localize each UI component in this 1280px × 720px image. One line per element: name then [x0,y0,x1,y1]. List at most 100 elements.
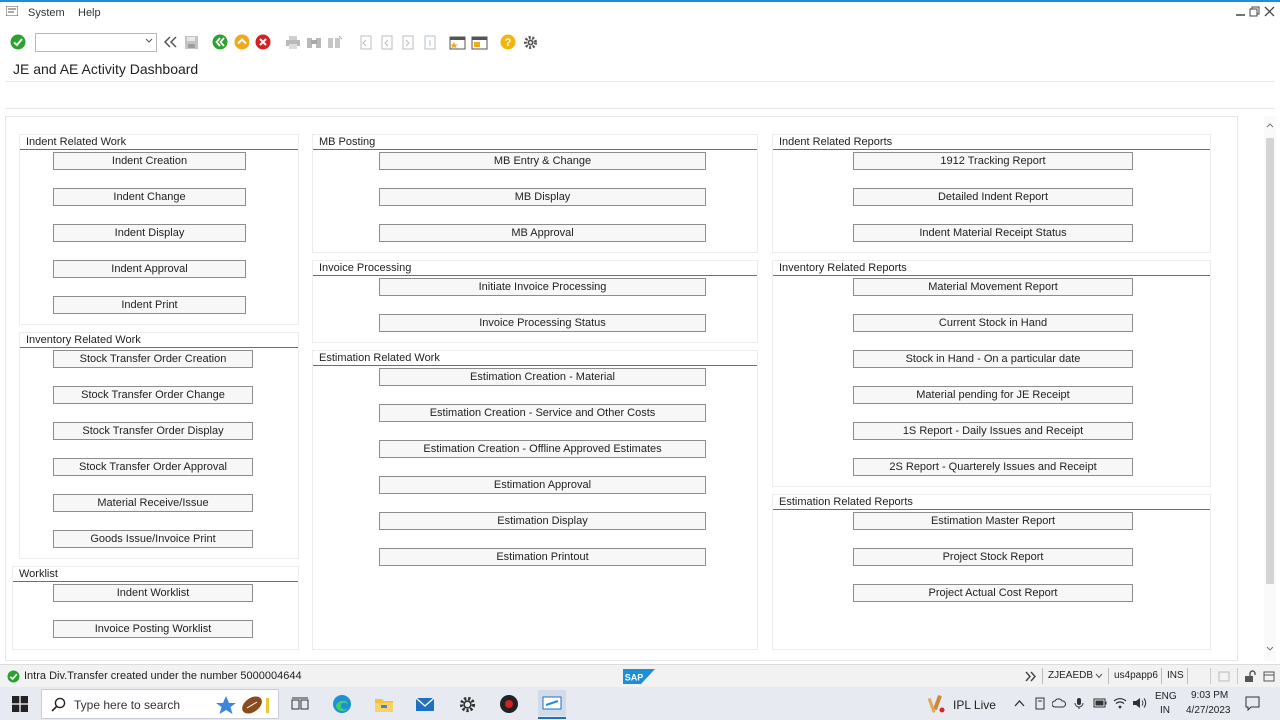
edge-browser-icon[interactable] [331,693,353,715]
language-bottom[interactable]: IN [1160,705,1170,716]
volume-icon[interactable] [1132,697,1147,709]
material-receive-issue-button[interactable]: Material Receive/Issue [53,494,253,512]
exit-icon[interactable] [233,33,251,51]
estimation-creation-service-button[interactable]: Estimation Creation - Service and Other … [379,404,706,422]
last-page-icon[interactable] [420,33,438,51]
device-icon[interactable] [1034,697,1046,710]
system-name[interactable]: ZJEAEDB [1048,670,1093,681]
cricket-bat-icon[interactable] [927,694,947,714]
estimation-display-button[interactable]: Estimation Display [379,512,706,530]
command-input[interactable] [36,34,140,51]
app-menu-icon[interactable] [6,6,18,16]
find-next-icon[interactable] [326,33,344,51]
help-icon[interactable]: ? [499,33,517,51]
cancel-icon[interactable] [254,33,272,51]
mb-entry-change-button[interactable]: MB Entry & Change [379,152,706,170]
enter-check-icon[interactable] [9,33,27,51]
wifi-icon[interactable] [1113,697,1127,709]
sto-creation-button[interactable]: Stock Transfer Order Creation [53,350,253,368]
minimize-icon[interactable] [1235,6,1246,17]
chevron-down-icon[interactable] [1095,673,1103,679]
taskbar-search-box[interactable]: Type here to search [41,689,279,719]
mb-display-button[interactable]: MB Display [379,188,706,206]
settings-gear-icon[interactable] [521,33,539,51]
save-icon[interactable] [182,33,200,51]
2s-report-button[interactable]: 2S Report - Quarterely Issues and Receip… [853,458,1133,476]
command-field[interactable] [35,33,157,52]
notifications-icon[interactable] [1245,696,1260,711]
indent-change-button[interactable]: Indent Change [53,188,246,206]
status-message[interactable]: Intra Div.Transfer created under the num… [24,670,302,682]
mb-approval-button[interactable]: MB Approval [379,224,706,242]
mail-icon[interactable] [414,693,436,715]
project-actual-cost-report-button[interactable]: Project Actual Cost Report [853,584,1133,602]
cloud-icon[interactable] [1052,698,1066,708]
indent-display-button[interactable]: Indent Display [53,224,246,242]
print-icon[interactable] [284,33,302,51]
indent-material-receipt-status-button[interactable]: Indent Material Receipt Status [853,224,1133,242]
estimation-creation-material-button[interactable]: Estimation Creation - Material [379,368,706,386]
battery-icon[interactable] [1093,698,1107,708]
task-view-icon[interactable] [289,693,311,715]
unlock-icon[interactable] [1244,670,1256,683]
sto-change-button[interactable]: Stock Transfer Order Change [53,386,253,404]
group-title: Estimation Related Reports [773,495,1210,510]
microphone-icon[interactable] [1074,697,1084,710]
chevron-down-icon[interactable] [145,37,153,45]
project-stock-report-button[interactable]: Project Stock Report [853,548,1133,566]
goods-issue-invoice-print-button[interactable]: Goods Issue/Invoice Print [53,530,253,548]
next-page-icon[interactable] [398,33,416,51]
sap-gui-taskbar-icon[interactable] [538,690,566,716]
recorder-app-icon[interactable] [498,693,520,715]
create-shortcut-icon[interactable] [470,33,488,51]
sap-logo-text: SAP [625,673,644,683]
sto-approval-button[interactable]: Stock Transfer Order Approval [53,458,253,476]
detailed-indent-report-button[interactable]: Detailed Indent Report [853,188,1133,206]
invoice-posting-worklist-button[interactable]: Invoice Posting Worklist [53,620,253,638]
menu-help[interactable]: Help [78,7,101,19]
indent-creation-button[interactable]: Indent Creation [53,152,246,170]
status-expand-icon[interactable] [1218,671,1230,682]
clock-time[interactable]: 9:03 PM [1191,690,1228,701]
find-icon[interactable] [305,33,323,51]
ipl-live-label[interactable]: IPL Live [953,698,996,712]
group-estimation-related-reports: Estimation Related Reports Estimation Ma… [772,494,1211,650]
estimation-printout-button[interactable]: Estimation Printout [379,548,706,566]
group-invoice-processing: Invoice Processing Initiate Invoice Proc… [312,260,758,343]
scrollbar-thumb[interactable] [1266,138,1274,584]
menu-system[interactable]: System [28,7,65,19]
estimation-master-report-button[interactable]: Estimation Master Report [853,512,1133,530]
scroll-up-icon[interactable] [1266,122,1274,130]
back-icon[interactable] [211,33,229,51]
chevron-up-icon[interactable] [1014,699,1025,707]
indent-approval-button[interactable]: Indent Approval [53,260,246,278]
close-window-icon[interactable] [1264,6,1275,17]
scroll-down-icon[interactable] [1266,644,1274,652]
estimation-creation-offline-button[interactable]: Estimation Creation - Offline Approved E… [379,440,706,458]
tracking-report-button[interactable]: 1912 Tracking Report [853,152,1133,170]
language-top[interactable]: ENG [1155,691,1177,702]
material-movement-report-button[interactable]: Material Movement Report [853,278,1133,296]
status-layout-icon[interactable] [1263,671,1275,682]
first-page-icon[interactable] [356,33,374,51]
material-pending-receipt-button[interactable]: Material pending for JE Receipt [853,386,1133,404]
current-stock-in-hand-button[interactable]: Current Stock in Hand [853,314,1133,332]
previous-page-icon[interactable] [377,33,395,51]
vertical-scrollbar[interactable] [1264,116,1276,661]
indent-worklist-button[interactable]: Indent Worklist [53,584,253,602]
windows-start-icon[interactable] [9,693,31,715]
double-chevron-left-icon[interactable] [161,33,179,51]
estimation-approval-button[interactable]: Estimation Approval [379,476,706,494]
stock-on-date-button[interactable]: Stock in Hand - On a particular date [853,350,1133,368]
file-explorer-icon[interactable] [373,693,395,715]
invoice-processing-status-button[interactable]: Invoice Processing Status [379,314,706,332]
1s-report-button[interactable]: 1S Report - Daily Issues and Receipt [853,422,1133,440]
initiate-invoice-processing-button[interactable]: Initiate Invoice Processing [379,278,706,296]
new-session-icon[interactable] [448,33,466,51]
indent-print-button[interactable]: Indent Print [53,296,246,314]
double-chevron-right-icon[interactable] [1025,671,1037,682]
settings-gear-icon[interactable] [456,693,478,715]
clock-date[interactable]: 4/27/2023 [1186,705,1231,716]
maximize-icon[interactable] [1249,6,1260,17]
sto-display-button[interactable]: Stock Transfer Order Display [53,422,253,440]
